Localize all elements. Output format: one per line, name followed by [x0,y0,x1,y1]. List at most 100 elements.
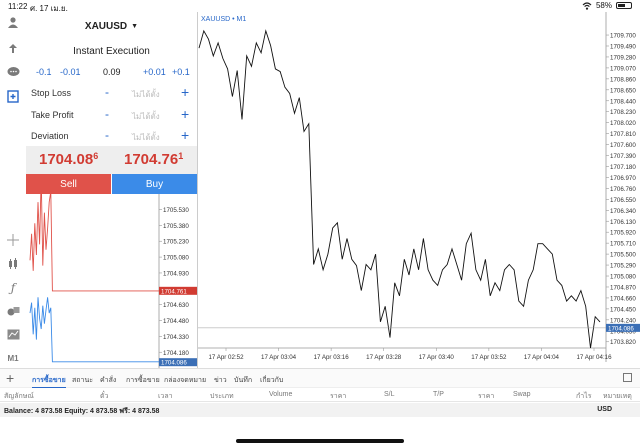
col-ticket: ตั๋ว [100,393,109,400]
tick-chart: 1705.530 1705.380 1705.230 1705.080 1704.930… [26,175,197,368]
deviation-input[interactable]: ไม่ได้ตั้ง [132,131,160,144]
y-tick-label: 1705.080 [610,274,636,281]
stop-loss-minus-button[interactable]: - [105,85,109,99]
stop-loss-label: Stop Loss [31,88,72,98]
add-icon[interactable]: + [6,370,14,386]
y-tick-label: 1706.550 [610,197,636,204]
y-tick-label: 1707.600 [610,142,636,149]
x-tick-label: 17 Apr 03:28 [366,354,402,361]
function-icon[interactable]: ƒ [4,280,22,296]
y-tick-label: 1704.870 [610,284,636,291]
table-header: สัญลักษณ์ ตั๋ว เวลา ประเภท Volume ราคา S… [0,388,640,402]
tab-orders[interactable]: คำสั่ง [100,375,116,386]
x-tick-label: 17 Apr 04:16 [576,354,612,361]
tab-about[interactable]: เกี่ยวกับ [260,375,283,386]
y-tick-label: 1707.810 [610,131,636,138]
status-right: 58% [582,1,632,10]
ask-price-label: 1704.761 [161,288,187,295]
chat-icon[interactable] [4,64,22,80]
buy-button[interactable]: Buy [112,174,197,194]
wifi-icon [582,1,592,10]
col-tp: T/P [433,391,444,398]
indicators-icon[interactable] [4,256,22,272]
order-panel: XAUUSD ▼ Instant Execution -0.1 -0.01 0.… [26,12,197,194]
tab-journal[interactable]: บันทึก [234,375,252,386]
col-sl: S/L [384,391,395,398]
volume-plus-big-button[interactable]: +0.1 [172,67,190,77]
y-tick-label: 1704.660 [610,295,636,302]
ask-tick-line [29,175,159,292]
account-icon[interactable] [4,14,22,30]
bid-price-label: 1704.086 [161,360,187,367]
main-chart-svg: XAUUSD • M1 1709.700 1709.490 1709.280 1709.… [198,12,640,362]
deviation-minus-button[interactable]: - [105,128,109,142]
chevron-down-icon: ▼ [131,22,139,30]
price-box: 1704.086 1704.761 [26,146,197,174]
y-tick-label: 1705.290 [610,263,636,270]
objects-icon[interactable] [4,304,22,320]
y-tick-label: 1705.920 [610,230,636,237]
y-tick-label: 1708.440 [610,98,636,105]
price-series-line [198,29,601,349]
tab-deals[interactable]: การซื้อขาย [126,375,160,386]
deviation-plus-button[interactable]: + [181,127,189,143]
main-chart[interactable]: XAUUSD • M1 1709.700 1709.490 1709.280 1709.… [197,12,640,368]
battery-percent: 58% [595,1,612,10]
tick-y-tick-label: 1705.230 [163,239,189,246]
volume-input[interactable]: 0.09 [103,67,121,77]
col-volume: Volume [269,391,293,398]
sell-price-sup: 6 [93,151,99,161]
tab-positions[interactable]: สถานะ [72,375,93,386]
x-tick-label: 17 Apr 04:04 [524,354,560,361]
col-profit: กำไร [576,393,592,400]
left-toolbar: ƒ M1 [0,12,26,368]
symbol-selector[interactable]: XAUUSD ▼ [26,12,197,40]
y-tick-label: 1705.710 [610,241,636,248]
take-profit-input[interactable]: ไม่ได้ตั้ง [132,110,160,123]
execution-type[interactable]: Instant Execution [26,42,197,60]
balance-bar: Balance: 4 873.58 Equity: 4 873.58 ฟรี: … [0,403,640,417]
x-tick-label: 17 Apr 03:04 [261,354,297,361]
take-profit-minus-button[interactable]: - [105,107,109,121]
tick-y-tick-label: 1704.480 [163,318,189,325]
tab-trade[interactable]: การซื้อขาย [32,375,66,388]
stop-loss-plus-button[interactable]: + [181,84,189,100]
y-tick-label: 1706.970 [610,175,636,182]
y-tick-label: 1709.490 [610,43,636,50]
deviation-label: Deviation [31,131,69,141]
volume-minus-big-button[interactable]: -0.1 [36,67,52,77]
timeframe-button[interactable]: M1 [4,350,22,366]
new-order-icon[interactable] [4,88,22,104]
y-tick-label: 1705.500 [610,252,636,259]
col-type: ประเภท [210,393,234,400]
y-tick-label: 1703.820 [610,339,636,346]
volume-minus-small-button[interactable]: -0.01 [60,67,81,77]
tab-mailbox[interactable]: กล่องจดหมาย [164,375,206,386]
tick-y-tick-label: 1705.530 [163,207,189,214]
crosshair-icon[interactable] [4,232,22,248]
sell-button[interactable]: Sell [26,174,111,194]
maximize-icon[interactable] [623,373,632,382]
tab-news[interactable]: ข่าว [214,375,227,386]
symbol-name: XAUUSD [84,20,128,32]
take-profit-plus-button[interactable]: + [181,106,189,122]
y-tick-label: 1704.240 [610,317,636,324]
y-tick-label: 1706.340 [610,208,636,215]
y-tick-label: 1704.450 [610,306,636,313]
trade-icon[interactable] [4,40,22,56]
col-price: ราคา [330,393,347,400]
sell-price: 1704.086 [39,151,98,169]
y-tick-label: 1708.650 [610,87,636,94]
x-tick-label: 17 Apr 03:52 [471,354,507,361]
y-tick-label: 1707.180 [610,164,636,171]
balance-text: Balance: 4 873.58 Equity: 4 873.58 ฟรี: … [4,408,160,415]
clock: 11:22 [8,2,28,11]
volume-row: -0.1 -0.01 0.09 +0.01 +0.1 [26,64,197,80]
buy-price-sup: 1 [178,151,184,161]
y-tick-label: 1708.860 [610,76,636,83]
stop-loss-input[interactable]: ไม่ได้ตั้ง [132,88,160,101]
col-current-price: ราคา [478,393,495,400]
battery-icon [616,2,632,9]
volume-plus-small-button[interactable]: +0.01 [143,67,166,77]
shapes-icon[interactable] [4,326,22,342]
